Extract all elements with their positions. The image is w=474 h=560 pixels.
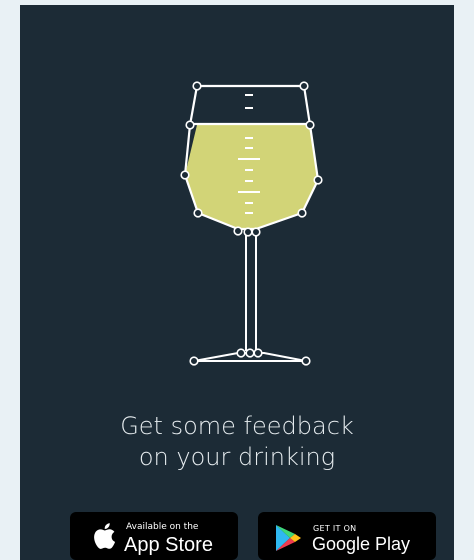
headline-line-2: on your drinking — [138, 443, 336, 471]
google-play-logo-icon — [276, 525, 301, 551]
headline-line-1: Get some feedback — [120, 412, 354, 440]
app-store-big-text: App Store — [124, 534, 213, 556]
promo-card: Get some feedback on your drinking Avail… — [20, 5, 454, 560]
google-play-big-text: Google Play — [312, 534, 411, 554]
wine-glass-icon — [180, 81, 323, 366]
google-play-badge[interactable]: GET IT ON Google Play — [258, 512, 436, 560]
apple-logo-icon — [94, 523, 116, 549]
app-store-badge[interactable]: Available on the App Store — [70, 512, 238, 560]
promo-headline: Get some feedback on your drinking — [20, 411, 454, 473]
app-store-small-text: Available on the — [126, 522, 199, 532]
glass-stem — [245, 233, 257, 351]
